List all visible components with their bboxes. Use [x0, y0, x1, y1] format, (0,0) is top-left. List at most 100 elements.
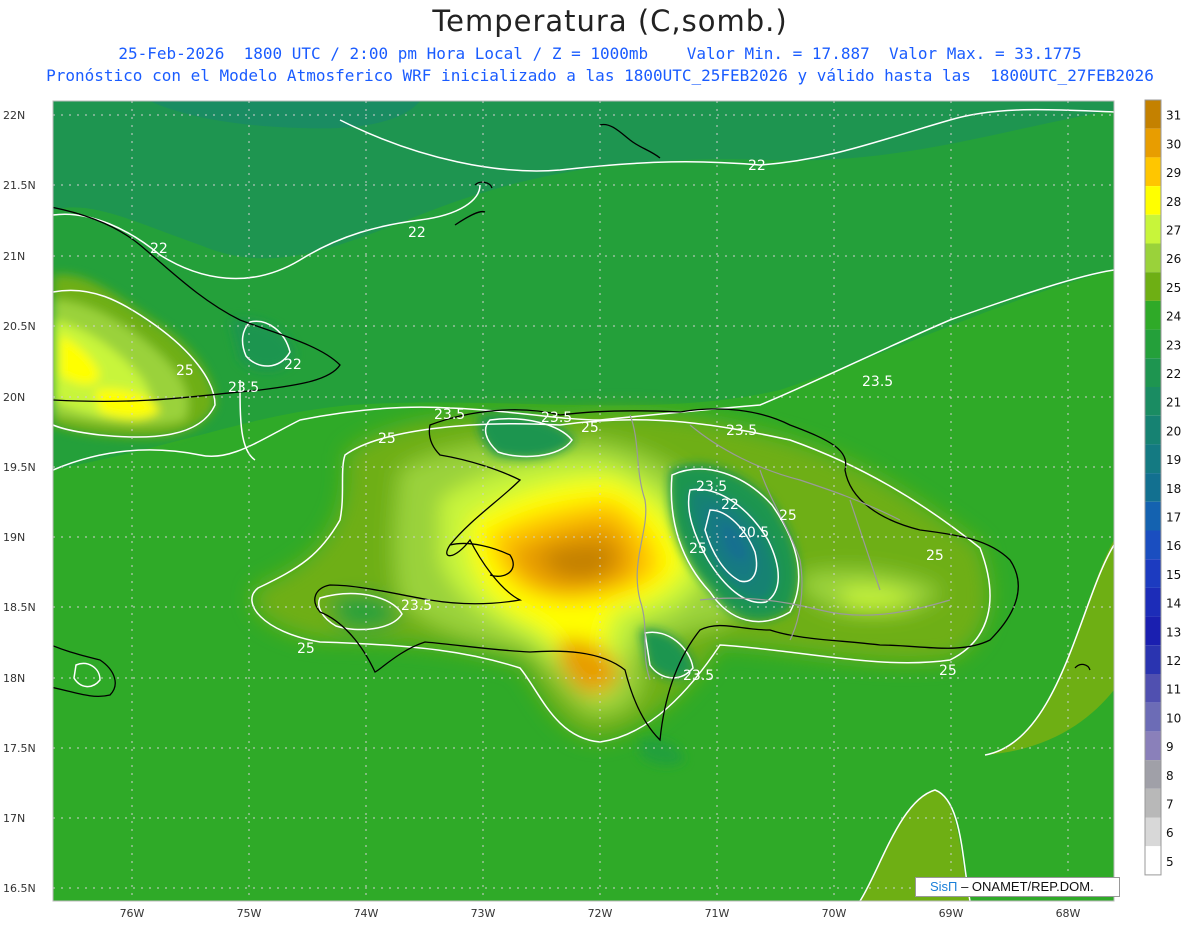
- isoline-label: 25: [297, 641, 315, 657]
- isoline-label: 23.5: [862, 374, 893, 390]
- isoline-label: 22: [721, 497, 739, 513]
- colorbar-swatch: [1145, 272, 1161, 301]
- colorbar-swatch: [1145, 760, 1161, 789]
- isoline-label: 25: [689, 541, 707, 557]
- colorbar-label: 14: [1166, 597, 1181, 611]
- colorbar-swatch: [1145, 214, 1161, 244]
- colorbar-label: 30: [1166, 137, 1181, 151]
- colorbar-swatch: [1145, 387, 1161, 416]
- colorbar-label: 15: [1166, 568, 1181, 582]
- colorbar-label: 23: [1166, 338, 1181, 352]
- isoline-label: 23.5: [228, 380, 259, 396]
- colorbar-label: 13: [1166, 625, 1181, 639]
- isoline-label: 20.5: [738, 525, 769, 541]
- colorbar-swatch: [1145, 702, 1161, 732]
- lon-tick-label: 72W: [588, 907, 613, 920]
- lon-tick-label: 71W: [705, 907, 730, 920]
- colorbar-swatch: [1145, 128, 1161, 158]
- isoline-label: 23.5: [726, 423, 757, 439]
- colorbar-swatch: [1145, 186, 1161, 215]
- isoline-label: 22: [284, 357, 302, 373]
- isoline-label: 25: [176, 363, 194, 379]
- lat-tick-label: 18N: [3, 672, 25, 685]
- lat-tick-label: 22N: [3, 109, 25, 122]
- colorbar-swatch: [1145, 157, 1161, 187]
- colorbar-label: 7: [1166, 798, 1174, 812]
- colorbar-swatch: [1145, 444, 1161, 474]
- isoline-label: 25: [378, 431, 396, 447]
- colorbar-label: 20: [1166, 424, 1181, 438]
- lon-tick-label: 69W: [939, 907, 964, 920]
- colorbar-swatch: [1145, 788, 1161, 818]
- colorbar-label: 31: [1166, 109, 1181, 123]
- isoline-label: 25: [581, 420, 599, 436]
- isoline-label: 25: [939, 663, 957, 679]
- lat-tick-label: 17N: [3, 812, 25, 825]
- colorbar-label: 9: [1166, 740, 1174, 754]
- isoline-label: 22: [150, 241, 168, 257]
- colorbar-label: 27: [1166, 224, 1181, 238]
- isoline-label: 22: [748, 158, 766, 174]
- isoline-label: 23.5: [683, 668, 714, 684]
- lon-tick-label: 70W: [822, 907, 847, 920]
- colorbar-swatch: [1145, 358, 1161, 387]
- lat-tick-label: 18.5N: [3, 601, 36, 614]
- isoline-label: 23.5: [401, 598, 432, 614]
- colorbar-swatch: [1145, 300, 1161, 330]
- colorbar-label: 22: [1166, 367, 1181, 381]
- colorbar-swatch: [1145, 645, 1161, 674]
- isoline-label: 25: [779, 508, 797, 524]
- lat-tick-label: 19N: [3, 531, 25, 544]
- credit-text: – ONAMET/REP.DOM.: [957, 879, 1094, 894]
- lon-tick-label: 74W: [354, 907, 379, 920]
- latitude-axis: 22N 21.5N 21N 20.5N 20N 19.5N 19N 18.5N …: [3, 109, 36, 895]
- colorbar-label: 8: [1166, 769, 1174, 783]
- colorbar-swatch: [1145, 616, 1161, 646]
- colorbar-swatch: [1145, 415, 1161, 445]
- colorbar-label: 26: [1166, 252, 1181, 266]
- colorbar-swatch: [1145, 731, 1161, 761]
- lon-tick-label: 68W: [1056, 907, 1081, 920]
- lat-tick-label: 21N: [3, 250, 25, 263]
- colorbar-label: 10: [1166, 711, 1181, 725]
- sispi-logo-text: SisΠ: [930, 879, 958, 894]
- colorbar-swatch: [1145, 530, 1161, 560]
- colorbar-swatch: [1145, 329, 1161, 359]
- colorbar-label: 18: [1166, 482, 1181, 496]
- lat-tick-label: 21.5N: [3, 179, 36, 192]
- isoline-label: 23.5: [696, 479, 727, 495]
- colorbar-label: 17: [1166, 511, 1181, 525]
- longitude-axis: 76W 75W 74W 73W 72W 71W 70W 69W 68W: [120, 907, 1081, 920]
- colorbar-swatch: [1145, 243, 1161, 273]
- colorbar-label: 29: [1166, 166, 1181, 180]
- colorbar-swatch: [1145, 100, 1161, 129]
- colorbar-label: 24: [1166, 310, 1181, 324]
- credit-box: SisΠ – ONAMET/REP.DOM.: [915, 877, 1120, 897]
- colorbar-swatch: [1145, 674, 1161, 703]
- colorbar-legend: 31 30 29 28 27 26 25 24 23 22 21 20 19 18 17 16 15 14 13 12…: [1144, 99, 1181, 876]
- lat-tick-label: 19.5N: [3, 461, 36, 474]
- colorbar-label: 28: [1166, 195, 1181, 209]
- colorbar-label: 5: [1166, 855, 1174, 869]
- lat-tick-label: 20.5N: [3, 320, 36, 333]
- lat-tick-label: 16.5N: [3, 882, 36, 895]
- lat-tick-label: 17.5N: [3, 742, 36, 755]
- colorbar-swatch: [1145, 817, 1161, 847]
- colorbar-label: 11: [1166, 683, 1181, 697]
- colorbar-label: 12: [1166, 654, 1181, 668]
- lat-tick-label: 20N: [3, 391, 25, 404]
- colorbar-label: 6: [1166, 826, 1174, 840]
- colorbar-swatch: [1145, 587, 1161, 617]
- lon-tick-label: 76W: [120, 907, 145, 920]
- isoline-label: 23.5: [434, 407, 465, 423]
- colorbar-label: 25: [1166, 281, 1181, 295]
- colorbar-swatch: [1145, 846, 1161, 875]
- colorbar-label: 21: [1166, 396, 1181, 410]
- colorbar-swatch: [1145, 501, 1161, 531]
- lon-tick-label: 73W: [471, 907, 496, 920]
- isoline-label: 25: [926, 548, 944, 564]
- lon-tick-label: 75W: [237, 907, 262, 920]
- colorbar-label: 19: [1166, 453, 1181, 467]
- isoline-label: 22: [408, 225, 426, 241]
- map-plot-area: 22 22 22 22 23.5 23.5 23.5 23.5 23.5 23.…: [53, 101, 1114, 901]
